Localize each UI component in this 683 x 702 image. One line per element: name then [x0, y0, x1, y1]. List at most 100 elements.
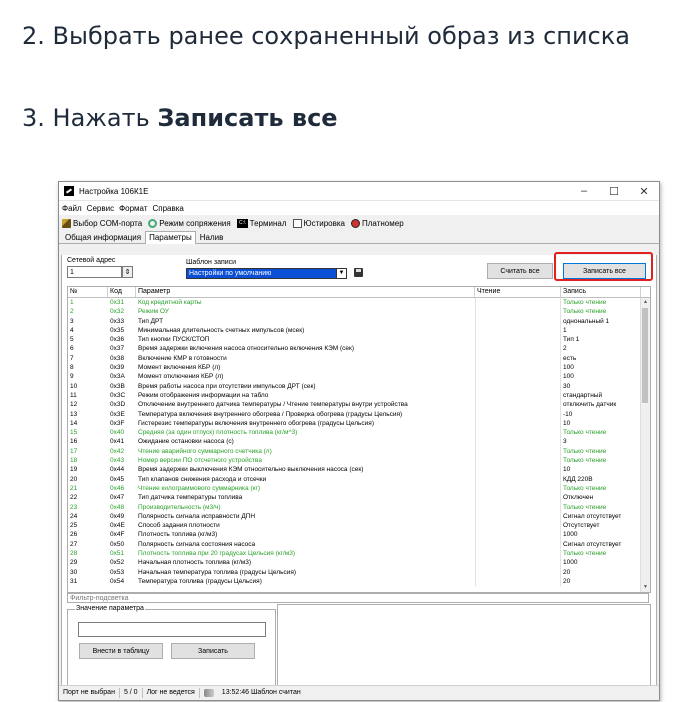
cell-number[interactable]: 3	[68, 317, 108, 326]
table-row[interactable]: 8 0x39 Момент включения КБР (л) 100	[68, 363, 641, 373]
table-row[interactable]: 3 0x33 Тип ДРТ однональный 1	[68, 316, 641, 326]
cell-write[interactable]: Только чтение	[561, 298, 641, 307]
maximize-button[interactable]: ☐	[599, 185, 629, 198]
cell-write[interactable]: стандартный	[561, 391, 641, 400]
cell-read[interactable]	[475, 298, 561, 308]
cell-number[interactable]: 7	[68, 354, 108, 363]
write-button[interactable]: Записать	[171, 643, 255, 659]
cell-read[interactable]	[475, 456, 561, 466]
cell-read[interactable]	[475, 474, 561, 484]
pairing-mode-button[interactable]: Режим сопряжения	[148, 218, 231, 228]
cell-number[interactable]: 17	[68, 447, 108, 456]
header-parameter[interactable]: Параметр	[136, 287, 475, 297]
template-select[interactable]: Настройки по умолчанию	[186, 268, 347, 279]
cell-read[interactable]	[475, 344, 561, 354]
cell-code[interactable]: 0x3D	[108, 400, 136, 409]
table-row[interactable]: 24 0x49 Полярность сигнала исправности ДПН…	[68, 511, 641, 522]
table-row[interactable]: 25 0x4E Способ задания плотности Отсутствуе…	[68, 521, 641, 531]
cell-code[interactable]: 0x33	[108, 317, 136, 326]
cell-write[interactable]: Тип 1	[561, 335, 641, 344]
cell-read[interactable]	[475, 335, 561, 345]
cell-parameter[interactable]: Способ задания плотности	[136, 521, 475, 530]
cell-number[interactable]: 6	[68, 344, 108, 353]
cell-write[interactable]: есть	[561, 354, 641, 363]
cell-parameter[interactable]: Отключение внутреннего датчика температу…	[136, 400, 475, 409]
cell-code[interactable]: 0x41	[108, 437, 136, 446]
table-row[interactable]: 15 0x40 Средняя (за один отпуск) плотность…	[68, 428, 641, 438]
cell-read[interactable]	[475, 409, 561, 419]
table-row[interactable]: 30 0x53 Начальная температура топлива (гра…	[68, 567, 641, 577]
cell-write[interactable]: 1000	[561, 530, 641, 539]
tab-general-info[interactable]: Общая информация	[61, 231, 145, 243]
cell-parameter[interactable]: Производительность (м3/ч)	[136, 503, 475, 512]
cell-code[interactable]: 0x53	[108, 568, 136, 577]
cell-number[interactable]: 14	[68, 419, 108, 428]
cell-number[interactable]: 28	[68, 549, 108, 558]
table-row[interactable]: 12 0x3D Отключение внутреннего датчика тем…	[68, 400, 641, 410]
cell-code[interactable]: 0x43	[108, 456, 136, 465]
cell-parameter[interactable]: Начальная температура топлива (градусы Ц…	[136, 568, 475, 577]
table-row[interactable]: 28 0x51 Плотность топлива при 20 градусах …	[68, 549, 641, 559]
scroll-down-icon[interactable]: ▼	[641, 583, 650, 592]
minimize-button[interactable]: –	[569, 185, 599, 197]
cell-code[interactable]: 0x42	[108, 447, 136, 456]
cell-read[interactable]	[475, 325, 561, 336]
cell-write[interactable]: Только чтение	[561, 456, 641, 465]
table-row[interactable]: 17 0x42 Чтение аварийного суммарного счетч…	[68, 446, 641, 457]
cell-write[interactable]: Отключен	[561, 493, 641, 502]
cell-code[interactable]: 0x40	[108, 428, 136, 437]
cell-number[interactable]: 18	[68, 456, 108, 465]
cell-read[interactable]	[475, 483, 561, 494]
cell-read[interactable]	[475, 372, 561, 382]
cell-write[interactable]: Сигнал отсутствует	[561, 512, 641, 521]
cell-code[interactable]: 0x38	[108, 354, 136, 363]
cell-write[interactable]: Сигнал отсутствует	[561, 540, 641, 549]
cell-number[interactable]: 21	[68, 484, 108, 493]
cell-write[interactable]: 3	[561, 437, 641, 446]
cell-parameter[interactable]: Плотность топлива при 20 градусах Цельси…	[136, 549, 475, 558]
cell-code[interactable]: 0x39	[108, 363, 136, 372]
cell-number[interactable]: 23	[68, 503, 108, 512]
cell-read[interactable]	[475, 428, 561, 438]
cell-parameter[interactable]: Время задержки включения насоса относите…	[136, 344, 475, 353]
table-row[interactable]: 1 0x31 Код кредитной карты Только чтение	[68, 298, 641, 308]
cell-number[interactable]: 5	[68, 335, 108, 344]
cell-read[interactable]	[475, 502, 561, 512]
cell-code[interactable]: 0x36	[108, 335, 136, 344]
cell-read[interactable]	[475, 576, 561, 587]
cell-read[interactable]	[475, 390, 561, 401]
header-read[interactable]: Чтение	[475, 287, 561, 297]
cell-write[interactable]: Только чтение	[561, 549, 641, 558]
cell-number[interactable]: 24	[68, 512, 108, 521]
cell-number[interactable]: 29	[68, 558, 108, 567]
cell-read[interactable]	[475, 539, 561, 550]
cell-number[interactable]: 15	[68, 428, 108, 437]
cell-code[interactable]: 0x45	[108, 475, 136, 484]
cell-write[interactable]: 1000	[561, 558, 641, 567]
table-row[interactable]: 11 0x3C Режим отображения информации на та…	[68, 390, 641, 401]
cell-write[interactable]: однональный 1	[561, 317, 641, 326]
cell-number[interactable]: 30	[68, 568, 108, 577]
cell-read[interactable]	[475, 381, 561, 391]
cell-read[interactable]	[475, 493, 561, 503]
cell-parameter[interactable]: Время работы насоса при отсутствии импул…	[136, 382, 475, 391]
cell-write[interactable]: 1	[561, 326, 641, 335]
cell-parameter[interactable]: Тип ДРТ	[136, 317, 475, 326]
adjust-button[interactable]: Юстировка	[292, 218, 345, 228]
cell-number[interactable]: 10	[68, 382, 108, 391]
value-input[interactable]	[78, 622, 266, 637]
cell-parameter[interactable]: Температура топлива (градусы Цельсия)	[136, 577, 475, 586]
cell-read[interactable]	[475, 446, 561, 457]
cell-number[interactable]: 2	[68, 307, 108, 316]
menu-help[interactable]: Справка	[153, 204, 184, 213]
cell-code[interactable]: 0x47	[108, 493, 136, 502]
table-row[interactable]: 2 0x32 Режим ОУ Только чтение	[68, 307, 641, 317]
cell-number[interactable]: 25	[68, 521, 108, 530]
cell-code[interactable]: 0x51	[108, 549, 136, 558]
table-row[interactable]: 27 0x50 Полярность сигнала состояния насос…	[68, 539, 641, 550]
log-memo[interactable]	[277, 604, 651, 692]
cell-code[interactable]: 0x3F	[108, 419, 136, 428]
table-row[interactable]: 7 0x38 Включение КМР в готовности есть	[68, 353, 641, 364]
cell-parameter[interactable]: Тип датчика температуры топлива	[136, 493, 475, 502]
cell-write[interactable]: Только чтение	[561, 447, 641, 456]
